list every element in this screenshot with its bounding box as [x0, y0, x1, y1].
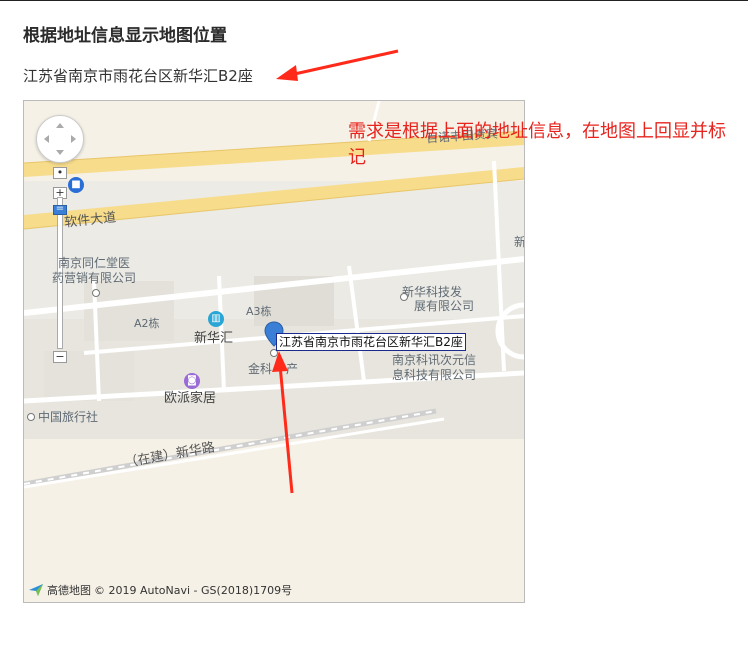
map-label-xunshi: 南京科讯次元信 — [392, 353, 477, 367]
locate-icon[interactable]: • — [53, 167, 67, 179]
address-text: 江苏省南京市雨花台区新华汇B2座 — [23, 67, 253, 85]
map-label-xinhua-tech-2: 展有限公司 — [414, 299, 475, 313]
page-title: 根据地址信息显示地图位置 — [23, 26, 227, 46]
map-label-a2: A2栋 — [134, 317, 160, 330]
map-label-tongrentang-2: 药营销有限公司 — [52, 271, 137, 285]
zoom-out-button[interactable]: − — [53, 351, 67, 363]
pan-arrows-icon — [44, 123, 76, 155]
map-label-cits: 中国旅行社 — [38, 410, 99, 424]
poi-dot-cits[interactable] — [27, 413, 35, 421]
attribution-text: © 2019 AutoNavi - GS(2018)1709号 — [94, 584, 293, 597]
map-label-a3: A3栋 — [246, 305, 272, 318]
attribution-brand: 高德地图 — [47, 584, 91, 597]
map-label-oupai: 欧派家居 — [164, 391, 217, 406]
map-label-jinke-2: 产 — [286, 362, 299, 376]
map-label-edge: 新 — [514, 235, 525, 249]
map-label-jinke: 金科 — [248, 362, 273, 376]
map-container[interactable]: • + = − ■ 软件大道 百诺丰田贵宾 新 南京同仁堂医 药营销有限公司 A… — [23, 100, 525, 603]
map-label-tongrentang: 南京同仁堂医 — [58, 256, 131, 270]
map-label-xinhuahui: 新华汇 — [194, 331, 234, 346]
annotation-text: 需求是根据上面的地址信息，在地图上回显并标记 — [348, 121, 726, 168]
map-attribution: 高德地图 © 2019 AutoNavi - GS(2018)1709号 — [28, 582, 292, 598]
marker-label[interactable]: 江苏省南京市雨花台区新华汇B2座 — [276, 333, 466, 351]
building-icon[interactable]: ▥ — [208, 311, 224, 327]
poi-dot-tongrentang[interactable] — [92, 289, 100, 297]
poi-dot-xinhua-tech[interactable] — [400, 293, 408, 301]
map-label-xinhua-tech: 新华科技发 — [402, 285, 463, 299]
shopping-icon[interactable]: ◙ — [184, 373, 200, 389]
bus-stop-icon[interactable]: ■ — [68, 177, 84, 193]
arrow-head-icon — [276, 65, 298, 81]
pan-control[interactable] — [36, 115, 84, 163]
map-label-xunshi-2: 息科技有限公司 — [392, 368, 477, 382]
amap-logo-icon — [29, 584, 43, 596]
